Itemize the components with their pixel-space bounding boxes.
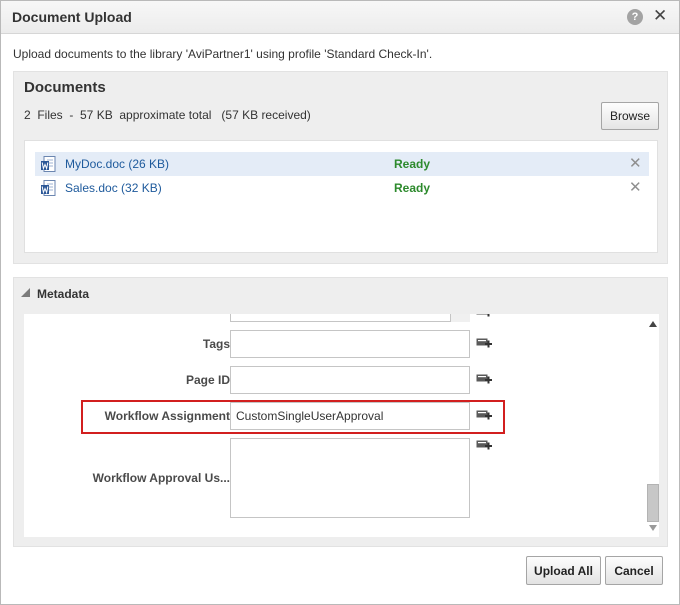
browse-button[interactable]: Browse (601, 102, 659, 130)
remove-file-icon[interactable]: ✕ (629, 179, 642, 196)
file-row[interactable]: Sales.doc (32 KB) Ready ✕ (35, 176, 649, 200)
file-status: Ready (394, 157, 431, 171)
remove-file-icon[interactable]: ✕ (629, 155, 642, 172)
dialog-title: Document Upload (12, 9, 132, 25)
metadata-form: Tags: Page ID: Workflow Assignment: Cust… (24, 314, 646, 537)
file-status: Ready (394, 181, 431, 195)
tags-input[interactable] (230, 330, 470, 358)
scroll-down-arrow-icon[interactable] (649, 525, 657, 531)
metadata-panel: Metadata Tags: Page ID: Workflow Assignm… (13, 277, 668, 547)
documents-heading: Documents (24, 79, 106, 96)
previous-field-picker-button[interactable] (450, 314, 470, 322)
dialog-titlebar: Document Upload ? ✕ (1, 1, 679, 34)
word-document-icon (41, 156, 56, 172)
upload-all-button[interactable]: Upload All (526, 556, 601, 585)
add-metadata-icon[interactable] (476, 439, 492, 453)
file-name-link[interactable]: Sales.doc (32 KB) (65, 181, 162, 195)
metadata-heading[interactable]: Metadata (37, 287, 89, 301)
file-row[interactable]: MyDoc.doc (26 KB) Ready ✕ (35, 152, 649, 176)
workflow-assignment-label: Workflow Assignment: (104, 409, 234, 423)
documents-panel: Documents 2 Files - 57 KB approximate to… (13, 71, 668, 264)
page-id-input[interactable] (230, 366, 470, 394)
add-metadata-icon[interactable] (476, 373, 492, 387)
cancel-button[interactable]: Cancel (605, 556, 663, 585)
documents-summary: 2 Files - 57 KB approximate total (57 KB… (24, 108, 311, 122)
add-metadata-icon[interactable] (476, 337, 492, 351)
word-document-icon (41, 180, 56, 196)
help-icon[interactable]: ? (627, 9, 643, 25)
close-icon[interactable]: ✕ (653, 6, 667, 26)
workflow-assignment-input[interactable] (230, 402, 470, 430)
previous-field-input[interactable] (230, 314, 470, 322)
collapse-triangle-icon[interactable] (21, 288, 30, 297)
workflow-approval-users-textarea[interactable] (230, 438, 470, 518)
upload-instructions: Upload documents to the library 'AviPart… (13, 47, 433, 61)
file-list: MyDoc.doc (26 KB) Ready ✕ Sales.doc (32 … (24, 140, 658, 253)
add-metadata-icon[interactable] (476, 409, 492, 423)
scroll-thumb[interactable] (647, 484, 659, 522)
workflow-approval-users-label: Workflow Approval Us...: (92, 471, 234, 485)
file-name-link[interactable]: MyDoc.doc (26 KB) (65, 157, 169, 171)
metadata-scrollbar[interactable] (646, 314, 659, 537)
scroll-up-arrow-icon[interactable] (649, 321, 657, 327)
page-id-label: Page ID: (185, 373, 234, 387)
add-metadata-icon[interactable] (476, 314, 492, 320)
document-upload-dialog: Document Upload ? ✕ Upload documents to … (0, 0, 680, 605)
